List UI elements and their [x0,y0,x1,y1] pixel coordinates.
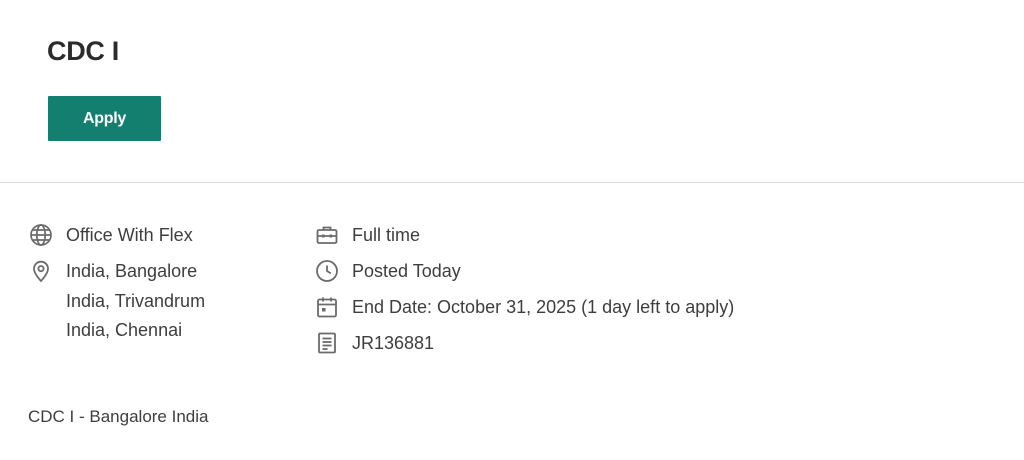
briefcase-icon [314,222,340,248]
calendar-icon [314,294,340,320]
end-date-text: End Date: October 31, 2025 (1 day left t… [352,297,735,317]
section-divider [0,182,1024,183]
job-posting-page: CDC I Apply Office With Flex India, Bang… [0,0,1024,460]
globe-icon [28,222,54,248]
employment-type-text: Full time [352,225,421,245]
job-meta-right: Full time Posted Today End Date: October… [314,222,734,366]
employment-type-row: Full time [314,222,734,250]
locations-row: India, Bangalore India, Trivandrum India… [28,258,205,346]
location-list: India, Bangalore India, Trivandrum India… [66,257,205,346]
location-pin-icon [28,258,54,284]
end-date-row: End Date: October 31, 2025 (1 day left t… [314,294,734,322]
work-mode-row: Office With Flex [28,222,205,250]
posted-row: Posted Today [314,258,734,286]
apply-button[interactable]: Apply [48,96,161,141]
work-mode-text: Office With Flex [66,225,193,245]
job-meta-left: Office With Flex India, Bangalore India,… [28,222,205,354]
document-icon [314,330,340,356]
requisition-id-text: JR136881 [352,333,435,353]
location-item: India, Chennai [66,320,183,340]
location-item: India, Bangalore [66,261,198,281]
job-summary: CDC I - Bangalore India [28,407,209,426]
requisition-id-row: JR136881 [314,330,734,358]
location-item: India, Trivandrum [66,290,206,311]
job-title: CDC I [47,36,119,66]
clock-icon [314,258,340,284]
posted-text: Posted Today [352,261,461,281]
